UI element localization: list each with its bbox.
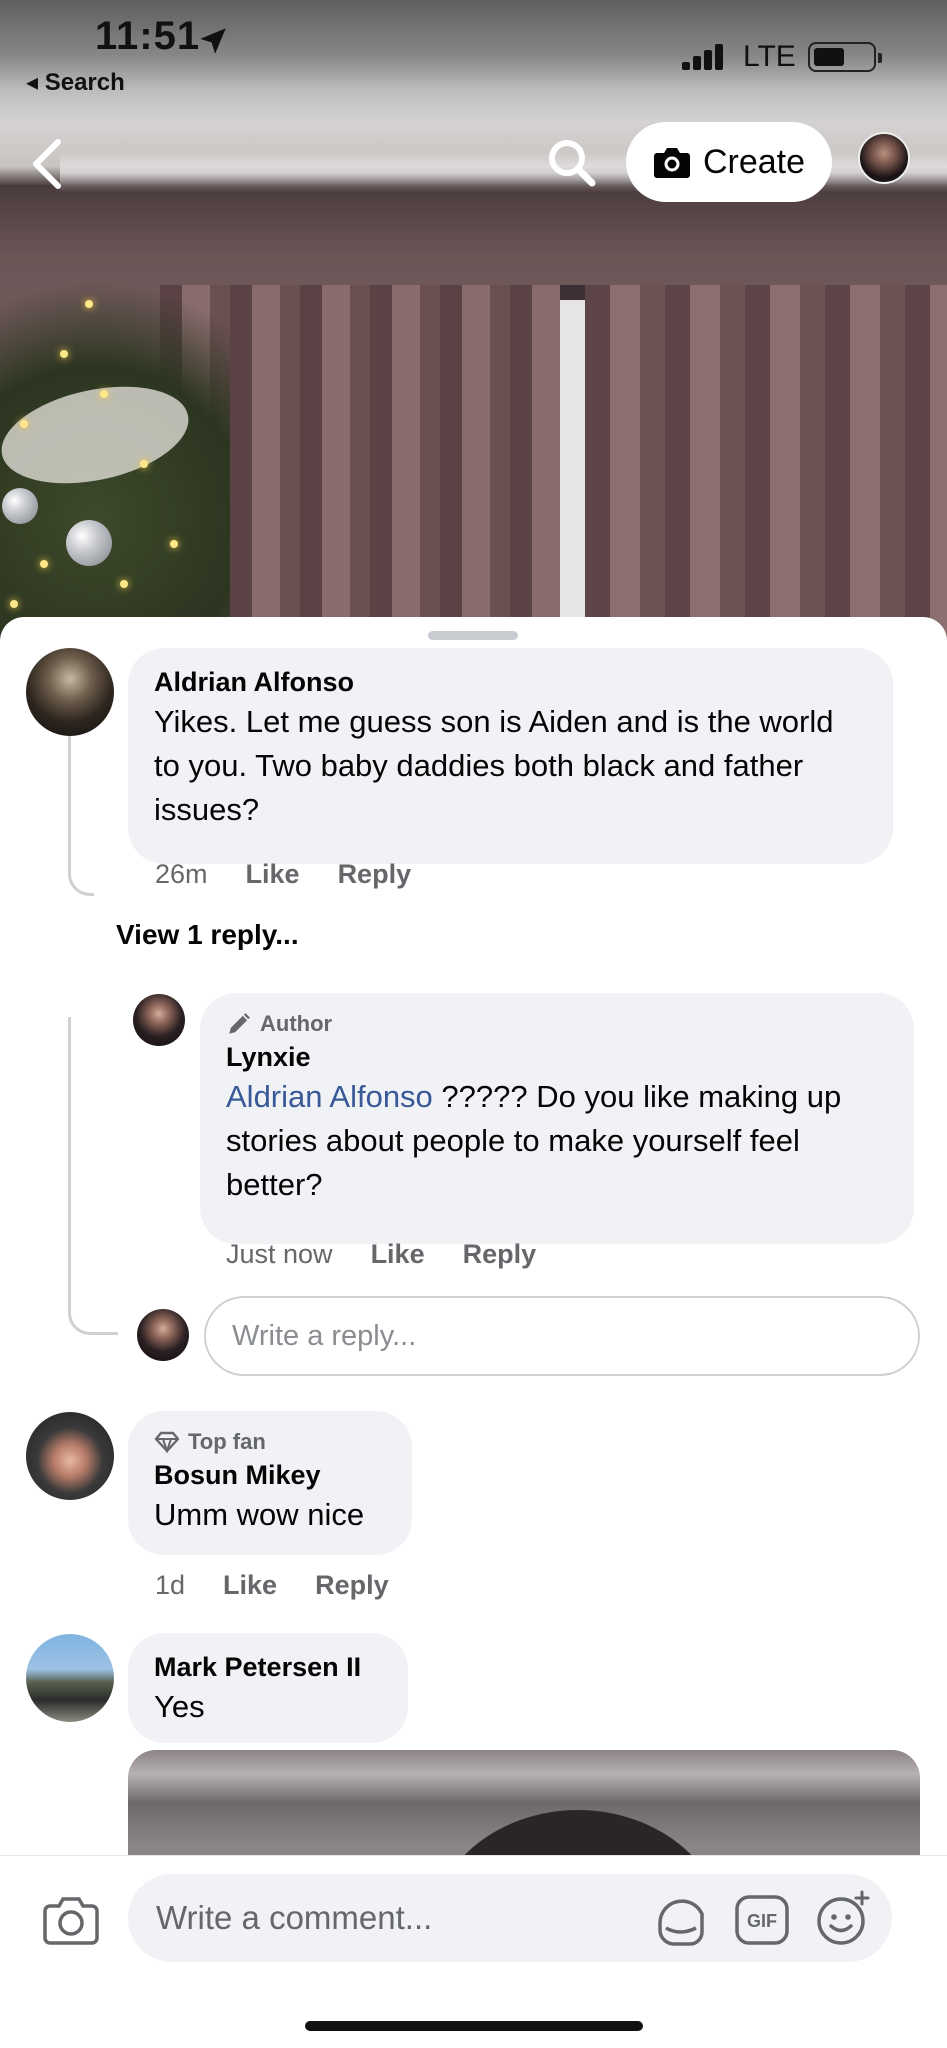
tree-light [140,460,148,468]
comment-text: Yikes. Let me guess son is Aiden and is … [154,704,834,827]
status-time: 11:51 [95,14,201,58]
comment-text: Aldrian Alfonso ????? Do you like making… [226,1075,888,1207]
comment-actions: 26m Like Reply [155,857,411,891]
ornament [66,520,112,566]
thread-line [68,1017,118,1335]
tree-light [120,580,128,588]
comments-sheet: Aldrian Alfonso Yikes. Let me guess son … [0,617,947,2048]
comment-bubble[interactable]: Mark Petersen II Yes [128,1633,408,1743]
avatar[interactable] [133,994,185,1046]
network-type: LTE [743,40,796,73]
comment-timestamp: 1d [155,1570,186,1600]
reply-button[interactable]: Reply [463,1237,537,1271]
comment-author[interactable]: Bosun Mikey [154,1457,386,1493]
window-gap [560,300,585,640]
create-button[interactable]: Create [626,122,832,202]
back-to-search-link[interactable]: ◂ Search [26,68,125,97]
back-arrow-icon[interactable] [28,138,68,190]
tree-light [60,350,68,358]
camera-icon [653,148,690,178]
tree-light [10,600,18,608]
profile-avatar[interactable] [858,132,910,184]
create-button-label: Create [702,142,806,181]
tree-light [20,420,28,428]
svg-text:GIF: GIF [747,1911,777,1931]
avatar[interactable] [26,648,114,736]
thread-line [68,736,94,896]
avatar[interactable] [26,1634,114,1722]
pencil-icon [229,1013,250,1034]
comment-author[interactable]: Aldrian Alfonso [154,664,867,700]
emoji-icon[interactable] [814,1890,872,1948]
comment-bubble[interactable]: Author Lynxie Aldrian Alfonso ????? Do y… [200,993,914,1244]
battery-icon [808,42,882,72]
diamond-icon [154,1431,180,1453]
like-button[interactable]: Like [246,857,300,891]
search-icon[interactable] [545,136,599,190]
like-button[interactable]: Like [223,1568,277,1602]
comment-actions: 1d Like Reply [155,1568,389,1602]
reply-button[interactable]: Reply [315,1568,389,1602]
sheet-drag-handle[interactable] [428,631,518,640]
ornament [2,488,38,524]
tree-light [100,390,108,398]
avatar[interactable] [26,1412,114,1500]
comment-bubble[interactable]: Aldrian Alfonso Yikes. Let me guess son … [128,648,893,864]
camera-icon[interactable] [42,1894,100,1946]
comment-actions: Just now Like Reply [226,1237,536,1271]
like-button[interactable]: Like [371,1237,425,1271]
curtain-right [585,285,947,640]
author-badge: Author [226,1009,888,1039]
badge-label: Author [260,1011,333,1036]
reply-input[interactable]: Write a reply... [204,1296,920,1376]
comment-timestamp: Just now [226,1239,333,1269]
tree-light [40,560,48,568]
mention-link[interactable]: Aldrian Alfonso [226,1079,433,1114]
gif-icon[interactable]: GIF [734,1894,790,1946]
cover-photo [0,0,947,640]
avatar [137,1309,189,1361]
view-replies-link[interactable]: View 1 reply... [116,919,299,951]
comment-timestamp: 26m [155,859,208,889]
comment-text: Yes [154,1689,205,1724]
tree-light [170,540,178,548]
location-arrow-icon [200,28,226,54]
reply-button[interactable]: Reply [338,857,412,891]
signal-icon [682,44,723,70]
comment-composer: Write a comment... GIF [0,1855,947,2048]
comment-text: Umm wow nice [154,1497,365,1532]
comment-author[interactable]: Mark Petersen II [154,1649,382,1685]
comment-author[interactable]: Lynxie [226,1039,888,1075]
home-indicator[interactable] [305,2021,643,2031]
badge-label: Top fan [188,1429,266,1454]
comment-bubble[interactable]: Top fan Bosun Mikey Umm wow nice [128,1411,412,1555]
tree-light [85,300,93,308]
sticker-icon[interactable] [652,1892,708,1948]
top-fan-badge: Top fan [154,1427,386,1457]
